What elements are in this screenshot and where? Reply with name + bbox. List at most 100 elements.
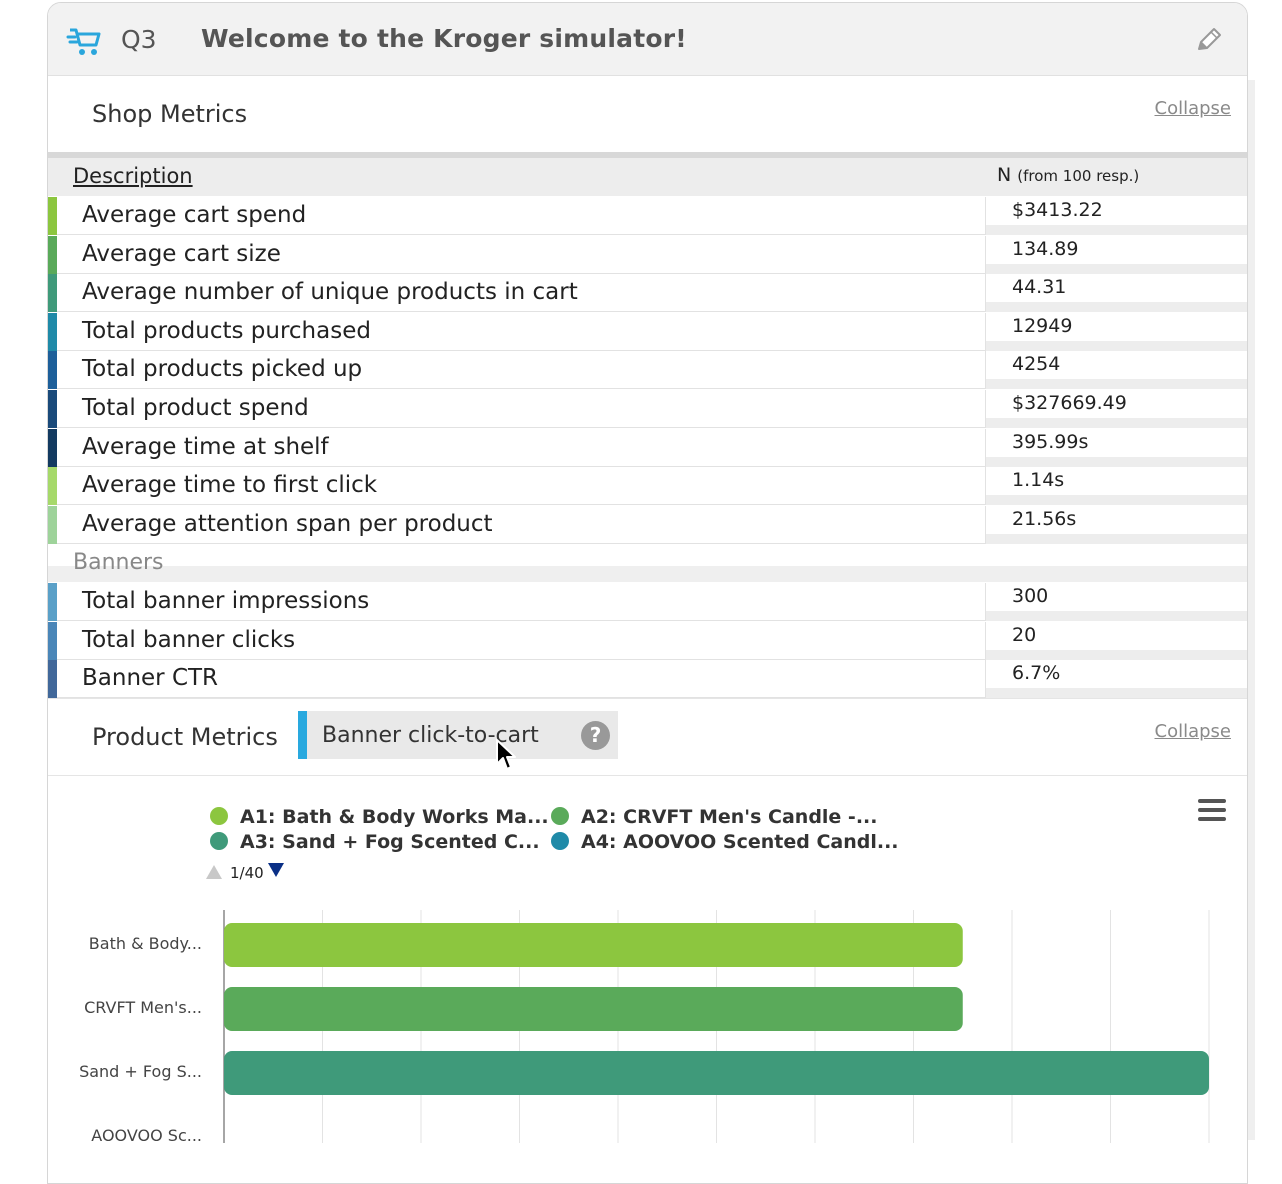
product-metrics-chart — [223, 910, 1210, 1143]
row-color-bar — [48, 390, 57, 428]
legend-dot-icon — [210, 832, 228, 850]
metric-label: Total products picked up — [82, 356, 363, 383]
metric-row: Average cart spend $3413.22 — [48, 197, 1247, 235]
metric-label: Average number of unique products in car… — [82, 279, 578, 306]
metric-value-cell: 6.7% — [985, 660, 1247, 699]
metric-value: 21.56s — [1012, 507, 1077, 530]
metric-label: Average time at shelf — [82, 433, 329, 460]
metric-label: Average cart size — [82, 240, 281, 267]
metric-value-cell: $327669.49 — [985, 390, 1247, 428]
metric-row: Total products purchased 12949 — [48, 312, 1247, 351]
n-column-header: N (from 100 resp.) — [997, 164, 1140, 186]
legend-pager: 1/40 — [206, 863, 284, 882]
metric-value-cell: 1.14s — [985, 467, 1247, 506]
metric-row: Average cart size 134.89 — [48, 235, 1247, 274]
chart-category-label: CRVFT Men's... — [84, 998, 202, 1017]
question-number: Q3 — [121, 25, 157, 54]
chart-category-label: AOOVOO Sc... — [91, 1126, 202, 1145]
chart-bar[interactable] — [224, 923, 963, 967]
metric-value: 395.99s — [1012, 430, 1089, 453]
metric-label: Average time to first click — [82, 472, 378, 499]
chart-bar[interactable] — [224, 1051, 1209, 1095]
row-color-bar — [48, 428, 57, 467]
metric-label: Average attention span per product — [82, 510, 493, 537]
page-title: Welcome to the Kroger simulator! — [201, 24, 687, 53]
legend-dot-icon — [210, 807, 228, 825]
edit-pencil-icon[interactable] — [1194, 25, 1224, 55]
shop-metrics-title: Shop Metrics — [92, 100, 248, 128]
shopping-cart-icon — [66, 28, 101, 55]
metric-value-cell: 134.89 — [985, 235, 1247, 274]
product-metrics-title: Product Metrics — [92, 723, 278, 751]
help-icon[interactable]: ? — [581, 721, 610, 750]
metric-row: Average number of unique products in car… — [48, 274, 1247, 313]
banners-section-label: Banners — [48, 544, 1247, 582]
row-color-bar — [48, 312, 57, 351]
pager-down-icon[interactable] — [267, 863, 284, 877]
metrics-table-header: Description N (from 100 resp.) — [48, 158, 1247, 196]
banners-label: Banners — [73, 550, 164, 575]
metric-label: Total banner clicks — [82, 626, 296, 653]
row-color-bar — [48, 197, 57, 235]
metric-label: Banner CTR — [82, 665, 219, 692]
legend-dot-icon — [551, 807, 569, 825]
row-color-bar — [48, 505, 57, 544]
legend-item-a2[interactable]: A2: CRVFT Men's Candle -... — [551, 806, 877, 828]
metric-value: $3413.22 — [1012, 199, 1103, 221]
row-color-bar — [48, 235, 57, 274]
metric-row: Average time to first click 1.14s — [48, 467, 1247, 506]
metric-label: Average cart spend — [82, 202, 307, 228]
legend-dot-icon — [551, 832, 569, 850]
metric-value-cell: 12949 — [985, 312, 1247, 351]
metric-select[interactable]: Banner click-to-cart — [298, 711, 618, 759]
metric-row: Total product spend $327669.49 — [48, 390, 1247, 428]
row-color-bar — [48, 621, 57, 660]
question-header: Q3 Welcome to the Kroger simulator! — [48, 3, 1247, 76]
metric-value-cell: 4254 — [985, 351, 1247, 390]
pager-up-icon[interactable] — [206, 865, 222, 879]
metric-value: 134.89 — [1012, 237, 1079, 260]
metric-row: Total banner impressions 300 — [48, 583, 1247, 621]
metric-value-cell: 300 — [985, 583, 1247, 621]
metric-row: Banner CTR 6.7% — [48, 660, 1247, 699]
metric-value: 6.7% — [1012, 662, 1061, 685]
shop-metrics-collapse-link[interactable]: Collapse — [1155, 98, 1232, 119]
legend-item-a3[interactable]: A3: Sand + Fog Scented C... — [210, 831, 540, 853]
metric-label: Total product spend — [82, 395, 309, 421]
metric-row: Average time at shelf 395.99s — [48, 428, 1247, 467]
description-column-header[interactable]: Description — [73, 164, 193, 188]
metric-value-cell: 21.56s — [985, 505, 1247, 544]
legend-item-a4[interactable]: A4: AOOVOO Scented Candl... — [551, 831, 899, 853]
chart-category-label: Bath & Body... — [88, 934, 202, 953]
metric-row: Total products picked up 4254 — [48, 351, 1247, 390]
metric-label: Total banner impressions — [82, 588, 370, 614]
metric-value: 12949 — [1012, 314, 1073, 337]
metric-value: $327669.49 — [1012, 392, 1127, 414]
chart-menu-icon[interactable] — [1198, 799, 1226, 821]
chart-category-label: Sand + Fog S... — [79, 1062, 202, 1081]
metric-value: 44.31 — [1012, 276, 1067, 299]
chart-bar[interactable] — [224, 987, 963, 1031]
row-color-bar — [48, 351, 57, 390]
metric-value: 4254 — [1012, 353, 1061, 376]
row-color-bar — [48, 274, 57, 313]
metric-value: 300 — [1012, 585, 1049, 607]
row-color-bar — [48, 467, 57, 506]
metric-value: 20 — [1012, 623, 1037, 646]
mouse-cursor-icon — [496, 739, 516, 770]
row-color-bar — [48, 583, 57, 621]
pager-count: 1/40 — [230, 864, 264, 882]
metric-row: Total banner clicks 20 — [48, 621, 1247, 660]
metric-value-cell: 44.31 — [985, 274, 1247, 313]
metric-value: 1.14s — [1012, 469, 1065, 492]
product-metrics-header: Product Metrics Banner click-to-cart Col… — [48, 698, 1247, 776]
metric-value-cell: 395.99s — [985, 428, 1247, 467]
shop-metrics-header: Shop Metrics Collapse — [48, 76, 1247, 152]
legend-item-a1[interactable]: A1: Bath & Body Works Ma... — [210, 806, 549, 828]
metric-value-cell: $3413.22 — [985, 197, 1247, 235]
simulator-card: Q3 Welcome to the Kroger simulator! Shop… — [47, 2, 1248, 1184]
metric-value-cell: 20 — [985, 621, 1247, 660]
product-metrics-collapse-link[interactable]: Collapse — [1155, 721, 1232, 742]
metric-label: Total products purchased — [82, 317, 371, 344]
metric-row: Average attention span per product 21.56s — [48, 505, 1247, 544]
